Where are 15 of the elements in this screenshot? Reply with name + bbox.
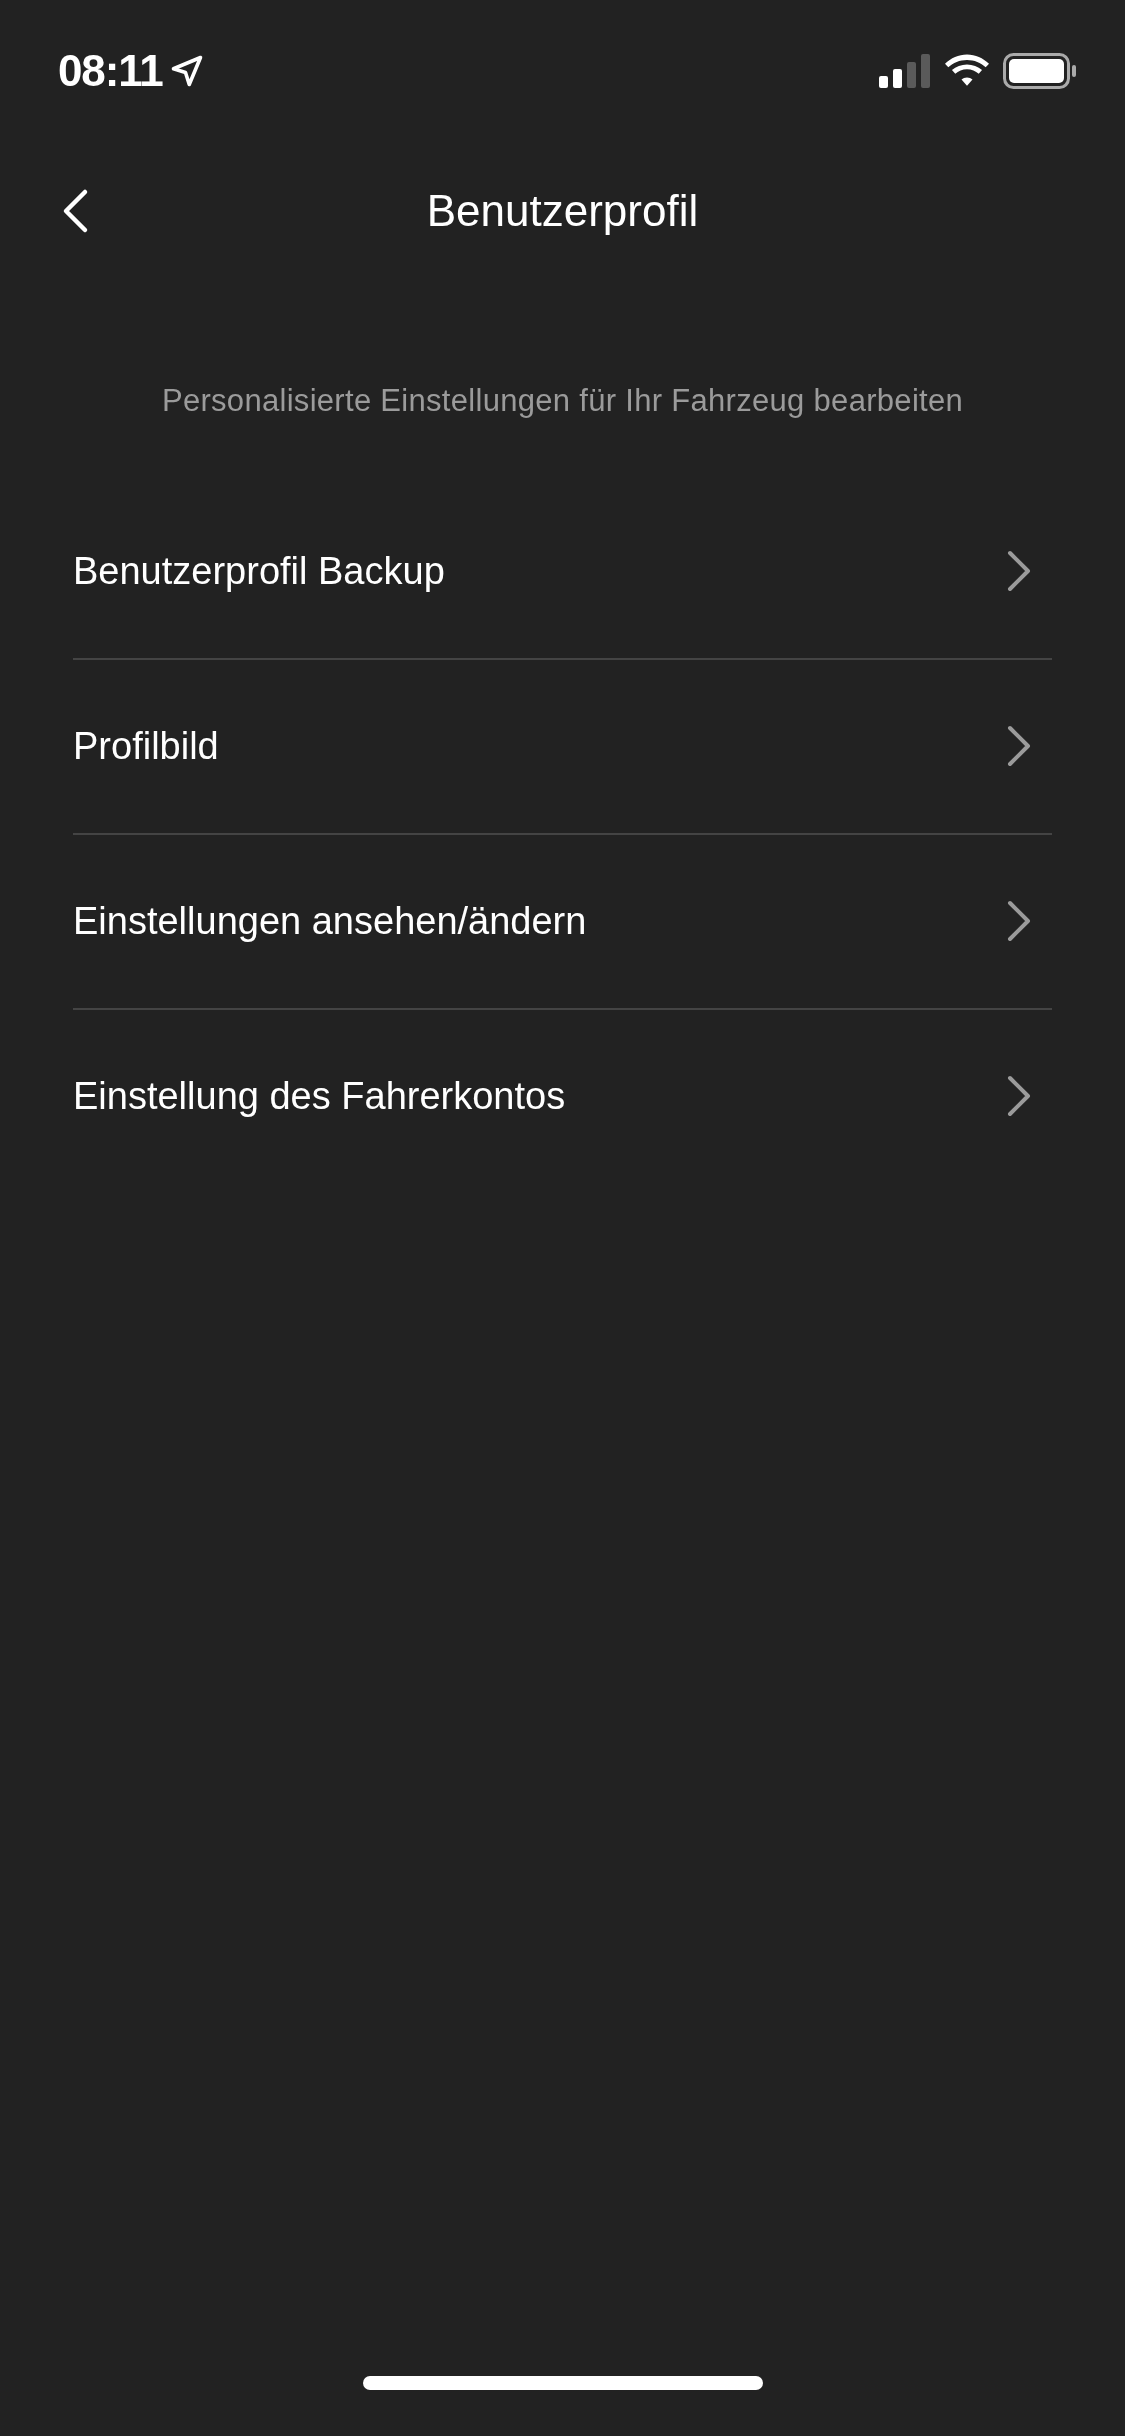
back-chevron-icon xyxy=(61,188,89,234)
chevron-right-icon xyxy=(1006,549,1032,593)
menu-row[interactable]: Benutzerprofil Backup xyxy=(73,484,1052,658)
chevron-right-icon xyxy=(1006,899,1032,943)
page-subtitle: Personalisierte Einstellungen für Ihr Fahrzeug bearbeiten xyxy=(161,382,964,420)
menu-row[interactable]: Einstellung des Fahrerkontos xyxy=(73,1009,1052,1183)
page-title: Benutzerprofil xyxy=(426,185,699,237)
wifi-icon xyxy=(945,54,989,88)
signal-icon xyxy=(879,54,931,88)
chevron-right-icon xyxy=(1006,724,1032,768)
status-time: 08:11 xyxy=(58,45,163,97)
chevron-right-icon xyxy=(1006,1074,1032,1118)
battery-icon xyxy=(1003,53,1077,89)
menu-row[interactable]: Profilbild xyxy=(73,659,1052,833)
menu-row[interactable]: Einstellungen ansehen/ändern xyxy=(73,834,1052,1008)
